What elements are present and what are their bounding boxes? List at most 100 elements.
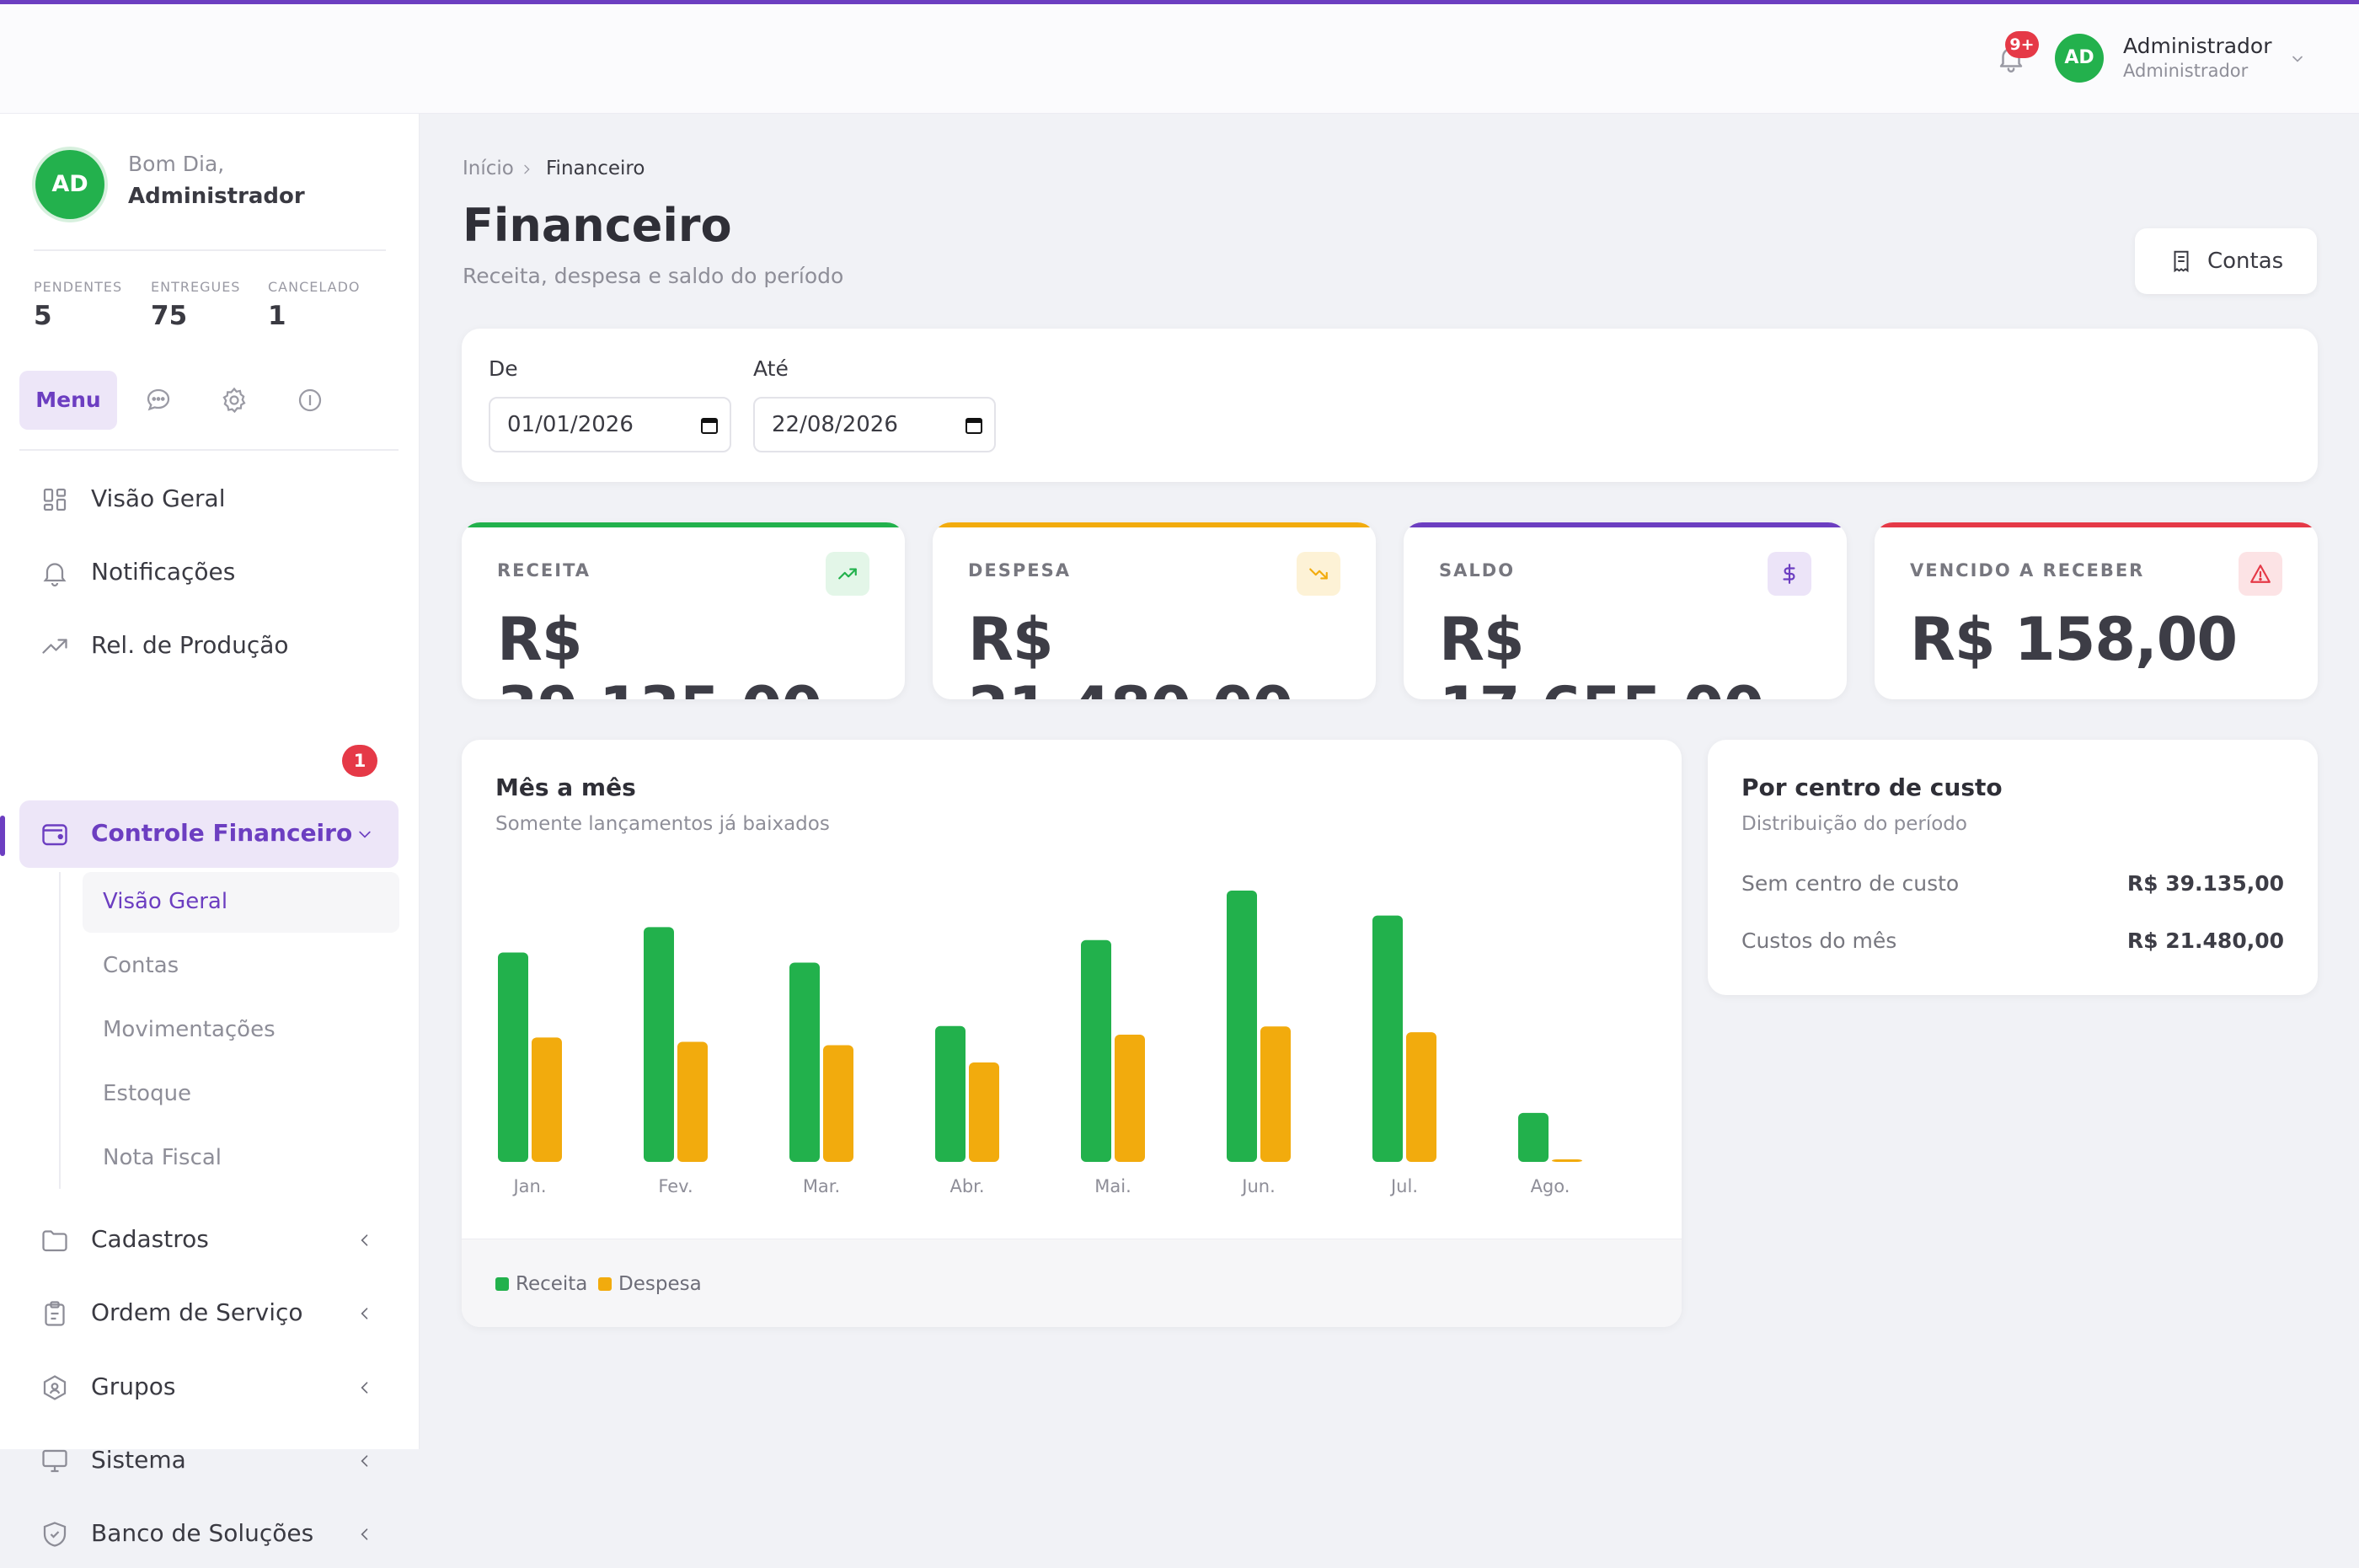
tab-menu[interactable]: Menu xyxy=(19,371,117,430)
submenu-item-label: Contas xyxy=(103,953,179,978)
sidebar-item-label: Controle Financeiro xyxy=(91,819,353,847)
sidebar-item-banco-solucoes[interactable]: Banco de Soluções xyxy=(19,1501,399,1568)
sidebar-user-name: Administrador xyxy=(128,184,305,209)
trending-down-icon xyxy=(1309,568,1328,580)
calendar-icon[interactable] xyxy=(699,415,719,436)
submenu-item-contas[interactable]: Contas xyxy=(83,936,399,997)
greeting: Bom Dia, xyxy=(128,152,225,176)
bar-receita-5 xyxy=(1227,891,1257,1162)
monitor-icon xyxy=(42,1449,67,1473)
legend-item: Despesa xyxy=(598,1273,702,1295)
bar-receita-7 xyxy=(1518,1112,1549,1162)
x-tick-label: Fev. xyxy=(658,1176,693,1196)
x-tick-label: Jan. xyxy=(511,1176,546,1196)
page-title: Financeiro xyxy=(463,199,732,252)
contas-button-label: Contas xyxy=(2207,249,2284,274)
sidebar-item-sistema[interactable]: Sistema xyxy=(19,1427,399,1495)
bar-despesa-2 xyxy=(823,1045,853,1162)
from-date-input[interactable]: 01/01/2026 xyxy=(489,397,731,452)
sidebar-item-label: Rel. de Produção xyxy=(91,631,289,659)
despesa-card: DESPESA R$ 21.480,00 xyxy=(933,522,1376,699)
submenu-item-label: Visão Geral xyxy=(103,889,228,914)
warning-icon xyxy=(2250,565,2271,583)
production-badge: 1 xyxy=(342,745,377,777)
settings-icon[interactable] xyxy=(219,385,249,415)
legend-label: Receita xyxy=(516,1273,588,1295)
chevron-right-icon xyxy=(524,164,530,174)
to-label: Até xyxy=(753,356,789,381)
stat-cancelled-value: 1 xyxy=(268,301,286,331)
card-accent-bar xyxy=(1404,522,1847,527)
wallet-icon xyxy=(42,824,67,846)
bar-despesa-6 xyxy=(1406,1032,1436,1162)
breadcrumb-home[interactable]: Início xyxy=(463,158,514,179)
avatar[interactable]: AD xyxy=(2055,34,2104,83)
cost-center-value: R$ 21.480,00 xyxy=(2126,928,2284,953)
stat-pending-value: 5 xyxy=(34,301,52,331)
stat-card-icon xyxy=(826,552,869,596)
sidebar-item-cadastros[interactable]: Cadastros xyxy=(19,1207,399,1274)
cost-center-title: Por centro de custo xyxy=(1741,773,2003,801)
bar-despesa-4 xyxy=(1115,1034,1145,1162)
sidebar-item-label: Cadastros xyxy=(91,1225,209,1253)
card-accent-bar xyxy=(933,522,1376,527)
chevron-down-icon[interactable] xyxy=(2289,51,2306,67)
sidebar-item-label: Sistema xyxy=(91,1446,186,1474)
submenu-item-estoque[interactable]: Estoque xyxy=(83,1064,399,1125)
cost-center-card: Por centro de custo Distribuição do perí… xyxy=(1708,740,2318,995)
submenu-item-visao-geral[interactable]: Visão Geral xyxy=(83,872,399,933)
submenu-item-nota-fiscal[interactable]: Nota Fiscal xyxy=(83,1128,399,1189)
x-tick-label: Mar. xyxy=(803,1176,840,1196)
sidebar-item-label: Banco de Soluções xyxy=(91,1519,314,1547)
chevron-left-icon xyxy=(361,1234,368,1246)
stat-card-value: R$ 21.480,00 xyxy=(968,605,1293,699)
page-subtitle: Receita, despesa e saldo do período xyxy=(463,264,844,288)
x-tick-label: Mai. xyxy=(1094,1176,1131,1196)
bar-despesa-0 xyxy=(532,1037,562,1162)
folder-icon xyxy=(42,1230,67,1252)
calendar-icon[interactable] xyxy=(964,415,984,436)
bar-receita-3 xyxy=(935,1025,966,1162)
divider xyxy=(19,449,399,451)
stat-card-icon xyxy=(1297,552,1340,596)
sidebar-item-label: Ordem de Serviço xyxy=(91,1298,303,1326)
to-date-input[interactable]: 22/08/2026 xyxy=(753,397,996,452)
receita-card: RECEITA R$ 39.135,00 xyxy=(462,522,905,699)
submenu-item-movimentacoes[interactable]: Movimentações xyxy=(83,1000,399,1061)
contas-button[interactable]: Contas xyxy=(2135,228,2317,294)
card-accent-bar xyxy=(462,522,905,527)
sidebar-item-ordem-servico[interactable]: Ordem de Serviço xyxy=(19,1280,399,1347)
notifications-badge: 9+ xyxy=(2005,31,2039,58)
submenu-item-label: Estoque xyxy=(103,1081,192,1106)
stat-card-icon xyxy=(1768,552,1811,596)
stat-card-value: R$ 158,00 xyxy=(1910,605,2238,674)
date-filter-card: De 01/01/2026 Até 22/08/2026 xyxy=(462,329,2318,482)
legend-label: Despesa xyxy=(618,1273,702,1295)
sidebar-item-rel-producao[interactable]: Rel. de Produção xyxy=(19,613,399,680)
cost-center-subtitle: Distribuição do período xyxy=(1741,813,1967,835)
stat-card-label: DESPESA xyxy=(968,560,1072,581)
bar-receita-1 xyxy=(644,927,674,1162)
bar-chart: Jan. Fev. Mar. Abr. Mai. Jun. Jul. Ago. xyxy=(498,891,1582,1196)
info-icon[interactable] xyxy=(295,385,325,415)
chevron-left-icon xyxy=(361,1455,368,1467)
saldo-card: SALDO R$ 17.655,00 xyxy=(1404,522,1847,699)
card-accent-bar xyxy=(1875,522,2318,527)
sidebar-item-visao-geral[interactable]: Visão Geral xyxy=(19,466,399,533)
user-name[interactable]: Administrador xyxy=(2123,34,2272,58)
bar-receita-2 xyxy=(789,962,820,1162)
bar-receita-4 xyxy=(1081,939,1111,1162)
sidebar-item-controle-financeiro[interactable]: Controle Financeiro xyxy=(19,800,399,868)
stat-card-label: RECEITA xyxy=(497,560,591,581)
chevron-left-icon xyxy=(361,1382,368,1394)
x-tick-label: Ago. xyxy=(1531,1176,1570,1196)
sidebar-item-grupos[interactable]: Grupos xyxy=(19,1354,399,1421)
sidebar-item-notificacoes[interactable]: Notificações xyxy=(19,539,399,607)
active-indicator xyxy=(0,816,5,856)
stat-card-label: VENCIDO A RECEBER xyxy=(1910,560,2145,581)
sidebar-item-label: Grupos xyxy=(91,1373,176,1400)
chat-icon[interactable] xyxy=(143,385,174,415)
x-tick-label: Jul. xyxy=(1389,1176,1418,1196)
stat-card-label: SALDO xyxy=(1439,560,1516,581)
breadcrumb-current: Financeiro xyxy=(546,158,645,179)
